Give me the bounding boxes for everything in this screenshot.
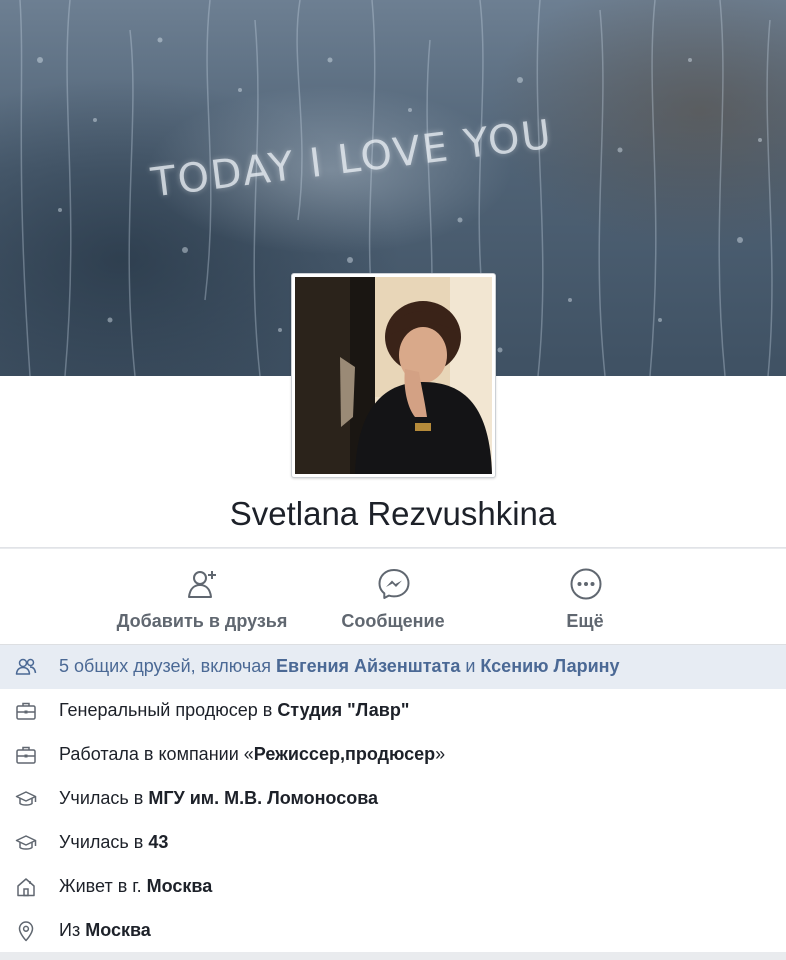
- past-work-place-link[interactable]: Режиссер,продюсер: [254, 744, 435, 764]
- past-work-suffix: »: [435, 744, 446, 764]
- bottom-separator: [0, 952, 786, 960]
- profile-picture[interactable]: [291, 273, 496, 478]
- more-button[interactable]: Ещё: [475, 549, 695, 645]
- add-friend-icon: [188, 571, 216, 598]
- location-pin-icon: [18, 921, 34, 942]
- education-row-2: Училась в 43: [0, 821, 786, 865]
- hometown-row: Из Москва: [0, 909, 786, 953]
- past-work-row: Работала в компании «Режиссер,продюсер»: [0, 733, 786, 777]
- message-button[interactable]: Сообщение: [283, 549, 503, 645]
- education-row-1: Училась в МГУ им. М.В. Ломоносова: [0, 777, 786, 821]
- education-place-link-2[interactable]: 43: [148, 832, 168, 852]
- current-city-link[interactable]: Москва: [147, 876, 213, 896]
- past-work-prefix: Работала в компании «: [59, 744, 254, 764]
- work-prefix: Генеральный продюсер в: [59, 700, 278, 720]
- education-prefix-1: Училась в: [59, 788, 149, 808]
- hometown-prefix: Из: [59, 920, 86, 940]
- avatar: [295, 277, 492, 474]
- mutual-friends-and: и: [460, 656, 481, 676]
- hometown-link[interactable]: Москва: [85, 920, 151, 940]
- past-work-text: Работала в компании «Режиссер,продюсер»: [59, 744, 445, 765]
- work-place-link[interactable]: Студия "Лавр": [277, 700, 409, 720]
- more-icon: [570, 568, 602, 600]
- mutual-friends-row[interactable]: 5 общих друзей, включая Евгения Айзеншта…: [0, 645, 786, 689]
- current-city-text: Живет в г. Москва: [59, 876, 212, 897]
- mutual-friend-link-2[interactable]: Ксению Ларину: [480, 656, 619, 676]
- graduation-cap-icon: [15, 835, 37, 850]
- education-text-1: Училась в МГУ им. М.В. Ломоносова: [59, 788, 378, 809]
- profile-name: Svetlana Rezvushkina: [229, 495, 557, 532]
- briefcase-icon: [16, 702, 36, 720]
- message-label: Сообщение: [341, 611, 445, 631]
- work-row: Генеральный продюсер в Студия "Лавр": [0, 689, 786, 733]
- add-friend-button[interactable]: Добавить в друзья: [92, 549, 312, 645]
- profile-actions: Добавить в друзья Сообщение Ещё: [0, 549, 786, 645]
- education-prefix-2: Училась в: [59, 832, 149, 852]
- more-label: Ещё: [566, 611, 604, 631]
- friends-icon: [15, 658, 37, 675]
- mutual-friend-link-1[interactable]: Евгения Айзенштата: [276, 656, 460, 676]
- intro-list: 5 общих друзей, включая Евгения Айзеншта…: [0, 645, 786, 960]
- education-place-link-1[interactable]: МГУ им. М.В. Ломоносова: [148, 788, 378, 808]
- mutual-friends-text: 5 общих друзей, включая Евгения Айзеншта…: [59, 656, 620, 677]
- graduation-cap-icon: [15, 791, 37, 806]
- hometown-text: Из Москва: [59, 920, 151, 941]
- current-city-prefix: Живет в г.: [59, 876, 147, 896]
- messenger-icon: [378, 569, 410, 599]
- mutual-friends-prefix: 5 общих друзей, включая: [59, 656, 277, 676]
- add-friend-label: Добавить в друзья: [116, 611, 288, 631]
- work-text: Генеральный продюсер в Студия "Лавр": [59, 700, 409, 721]
- current-city-row: Живет в г. Москва: [0, 865, 786, 909]
- briefcase-icon: [16, 746, 36, 764]
- home-icon: [17, 878, 35, 897]
- education-text-2: Училась в 43: [59, 832, 168, 853]
